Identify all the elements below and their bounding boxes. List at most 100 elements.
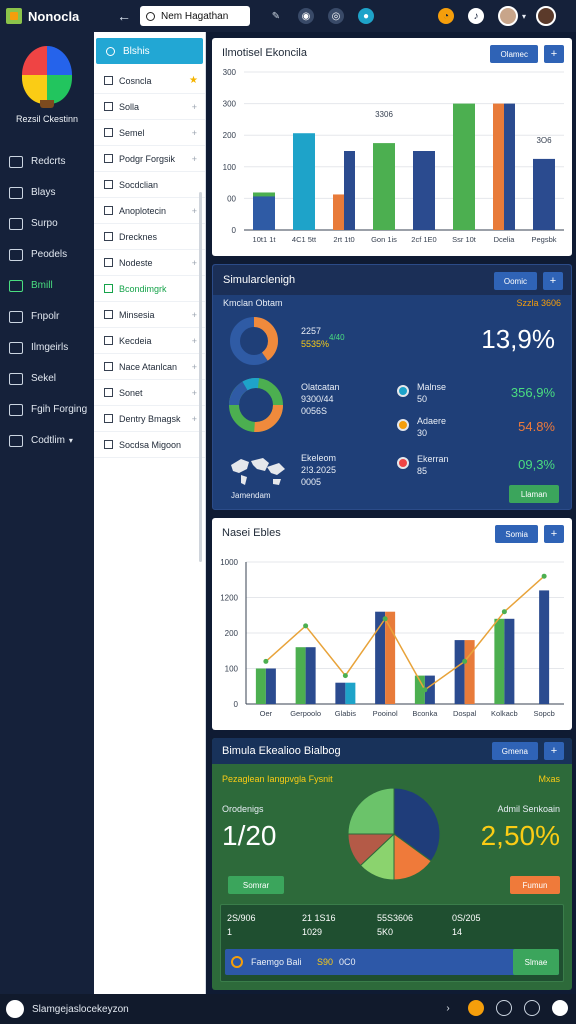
donut-accent: 4/40 <box>329 333 345 342</box>
panel-header-button[interactable]: Blshis <box>96 38 203 64</box>
help-icon[interactable] <box>524 1000 540 1016</box>
sidebar-item[interactable]: Blays <box>0 177 94 208</box>
panel-list-item[interactable]: Podgr Forgsik + <box>94 146 205 172</box>
bar <box>494 618 505 704</box>
add-icon[interactable]: + <box>192 362 197 372</box>
app-title: Nonocla <box>28 8 80 24</box>
search-icon <box>146 11 155 21</box>
table-row: 1 1029 5K0 14 <box>227 927 527 937</box>
panel-list-item[interactable]: Socdclian <box>94 172 205 198</box>
item-icon <box>104 336 113 345</box>
panel-list-item[interactable]: Minsesia + <box>94 302 205 328</box>
back-arrow-icon[interactable]: ← <box>114 8 134 24</box>
panel-list-item[interactable]: Nodeste + <box>94 250 205 276</box>
panel-list-item[interactable]: Anoplotecin + <box>94 198 205 224</box>
eye-icon[interactable]: ◎ <box>328 8 344 24</box>
x-tick-label: Glabis <box>335 709 357 718</box>
add-icon[interactable]: + <box>192 388 197 398</box>
panel-list-item[interactable]: Bcondimgrk <box>94 276 205 302</box>
panel-item-label: Bcondimgrk <box>119 283 167 294</box>
panel-scrollbar[interactable] <box>199 192 202 562</box>
bar <box>504 103 515 230</box>
item-icon <box>104 362 113 371</box>
panel-list-item[interactable]: Sonet + <box>94 380 205 406</box>
chevron-down-icon[interactable]: ▾ <box>522 12 526 21</box>
item-icon <box>104 440 113 449</box>
sidebar-item[interactable]: Fnpolr <box>0 301 94 332</box>
bar-chart-card: Ilmotisel Ekoncila Olamec + 300 300 200 100… <box>212 38 572 256</box>
chevron-right-icon[interactable]: › <box>440 1000 456 1016</box>
metric-percentage: 09,3% <box>518 457 555 472</box>
nav-icon <box>9 155 23 168</box>
panel-list-item[interactable]: Solla + <box>94 94 205 120</box>
add-icon[interactable]: + <box>192 206 197 216</box>
nav-icon <box>9 186 23 199</box>
card-action-button[interactable]: Oomic <box>493 272 537 290</box>
panel-list-item[interactable]: Drecknes <box>94 224 205 250</box>
tick-label: 100 <box>223 163 237 172</box>
right-action-button[interactable]: Fumun <box>510 876 560 894</box>
sidebar-item-label: Blays <box>31 187 56 198</box>
notification-icon[interactable]: ◔ <box>438 8 454 24</box>
panel-item-label: Nace Atanlcan <box>119 361 178 372</box>
settings-icon[interactable] <box>496 1000 512 1016</box>
search-input[interactable]: Nem Hagathan <box>140 6 250 26</box>
user-avatar-secondary[interactable] <box>536 6 557 26</box>
headset-icon[interactable]: ◉ <box>298 8 314 24</box>
star-icon[interactable]: ★ <box>189 75 198 86</box>
x-tick-label: 4C1 5tt <box>292 235 317 244</box>
add-icon[interactable]: + <box>192 128 197 138</box>
sidebar-item[interactable]: Sekel <box>0 363 94 394</box>
sidebar-item[interactable]: Codtlim ▾ <box>0 425 94 456</box>
bar <box>345 682 356 704</box>
add-icon[interactable]: + <box>543 272 563 290</box>
add-icon[interactable]: + <box>192 414 197 424</box>
sidebar-item[interactable]: Fgih Forging <box>0 394 94 425</box>
panel-list-item[interactable]: Dentry Bmagsk + <box>94 406 205 432</box>
sidebar-item[interactable]: Bmill <box>0 270 94 301</box>
sidebar-item[interactable]: Peodels <box>0 239 94 270</box>
sidebar-item[interactable]: Surpo <box>0 208 94 239</box>
bar <box>305 647 316 704</box>
trend-point <box>541 573 547 579</box>
panel-list-item[interactable]: Kecdeia + <box>94 328 205 354</box>
item-icon <box>104 180 113 189</box>
music-note-icon[interactable]: ♪ <box>468 8 484 24</box>
tick-label: 200 <box>225 629 239 638</box>
chevron-down-icon: ▾ <box>68 436 73 445</box>
add-icon[interactable]: + <box>192 102 197 112</box>
pen-icon[interactable]: ✎ <box>268 8 284 24</box>
nav-icon <box>9 217 23 230</box>
add-icon[interactable]: + <box>192 310 197 320</box>
tick-label: 300 <box>223 100 237 109</box>
add-icon[interactable]: + <box>192 336 197 346</box>
card-action-button[interactable]: Gmena <box>491 742 538 760</box>
left-action-button[interactable]: Somrar <box>228 876 284 894</box>
footer-button[interactable]: Slmae <box>513 949 559 975</box>
metric-label: Ekerran <box>417 454 449 464</box>
bar <box>255 668 266 704</box>
add-icon[interactable]: + <box>192 258 197 268</box>
footer-value-1: S90 <box>317 957 334 967</box>
panel-list-item[interactable]: Cosncla ★ <box>94 68 205 94</box>
item-icon <box>104 232 113 241</box>
panel-list-item[interactable]: Semel + <box>94 120 205 146</box>
panel-list-item[interactable]: Socdsa Migoon <box>94 432 205 458</box>
user-avatar[interactable] <box>498 6 518 26</box>
sidebar-item[interactable]: Redcrts <box>0 146 94 177</box>
user-avatar-small[interactable] <box>552 1000 568 1016</box>
panel-list-item[interactable]: Nace Atanlcan + <box>94 354 205 380</box>
donut2-label-2: 9300/44 <box>301 394 334 404</box>
add-icon[interactable]: + <box>192 154 197 164</box>
water-drop-icon[interactable]: ● <box>358 8 374 24</box>
x-tick-label: Oer <box>260 709 273 718</box>
green-action-button[interactable]: Llaman <box>509 485 559 503</box>
bar <box>385 611 396 704</box>
card-title: Simularclenigh <box>223 274 296 286</box>
add-icon[interactable]: + <box>544 742 564 760</box>
sun-icon[interactable] <box>468 1000 484 1016</box>
bar <box>533 158 555 230</box>
sidebar-item[interactable]: Ilmgeirls <box>0 332 94 363</box>
x-tick-label: Gerpoolo <box>290 709 321 718</box>
panel-item-label: Cosncla <box>119 75 152 86</box>
